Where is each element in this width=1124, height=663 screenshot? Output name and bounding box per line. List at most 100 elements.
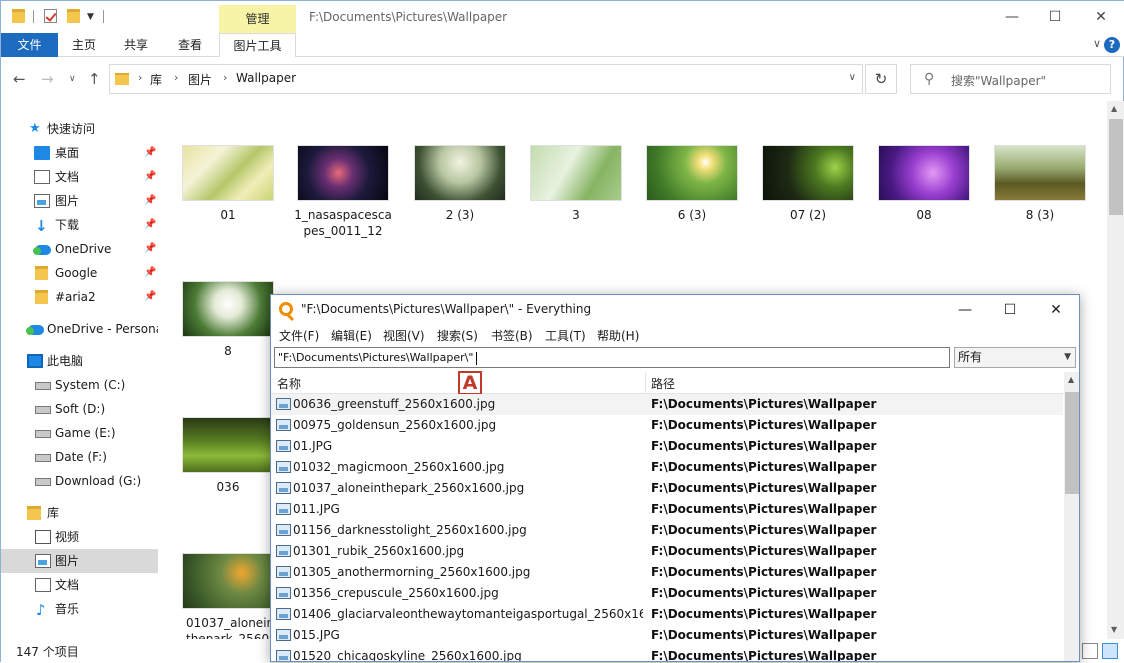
- sidebar-item-music[interactable]: ♪ 音乐: [1, 597, 158, 621]
- thumbnail-item[interactable]: 01: [178, 145, 278, 223]
- sidebar-item-pictures-library[interactable]: 图片: [1, 549, 158, 573]
- column-name[interactable]: 名称: [277, 375, 301, 392]
- sidebar-item-quick-access[interactable]: ★ 快速访问: [1, 117, 158, 141]
- result-row[interactable]: 01032_magicmoon_2560x1600.jpg F:\Document…: [271, 457, 1063, 478]
- ribbon-expand-icon[interactable]: ∨: [1093, 37, 1101, 50]
- tab-view[interactable]: 查看: [167, 33, 213, 57]
- recent-locations-icon[interactable]: ∨: [69, 74, 76, 84]
- sidebar-item-drive-d[interactable]: Soft (D:): [1, 397, 158, 421]
- maximize-button[interactable]: ☐: [996, 300, 1024, 320]
- sidebar-item-videos[interactable]: 视频: [1, 525, 158, 549]
- result-row[interactable]: 01156_darknesstolight_2560x1600.jpg F:\Do…: [271, 520, 1063, 541]
- thumbnail-item[interactable]: 6 (3): [642, 145, 742, 223]
- breadcrumb-library[interactable]: 库: [150, 71, 162, 88]
- thumbnail-item[interactable]: 8 (3): [990, 145, 1090, 223]
- help-icon[interactable]: ?: [1104, 37, 1120, 53]
- sidebar-item-this-pc[interactable]: 此电脑: [1, 349, 158, 373]
- close-button[interactable]: ✕: [1042, 300, 1070, 320]
- sidebar-item-drive-e[interactable]: Game (E:): [1, 421, 158, 445]
- menu-bookmarks[interactable]: 书签(B): [491, 327, 533, 344]
- address-bar[interactable]: › 库 › 图片 › Wallpaper ∨: [109, 64, 863, 94]
- sidebar-item-documents-library[interactable]: 文档: [1, 573, 158, 597]
- refresh-button[interactable]: ↻: [865, 64, 897, 94]
- scroll-up-icon[interactable]: ▲: [1111, 104, 1117, 113]
- details-view-icon[interactable]: [1082, 643, 1098, 659]
- large-icons-view-icon[interactable]: [1102, 643, 1118, 659]
- pin-icon: 📌: [144, 195, 157, 206]
- thumbnail-item[interactable]: 07 (2): [758, 145, 858, 223]
- breadcrumb-wallpaper[interactable]: Wallpaper: [236, 71, 296, 85]
- filter-select[interactable]: 所有 ▼: [954, 347, 1076, 368]
- vertical-scrollbar[interactable]: ▲ ▼: [1107, 101, 1124, 639]
- close-button[interactable]: ✕: [1090, 7, 1112, 27]
- sidebar-item-drive-c[interactable]: System (C:): [1, 373, 158, 397]
- minimize-button[interactable]: —: [951, 300, 979, 320]
- result-row[interactable]: 01.JPG F:\Documents\Pictures\Wallpaper: [271, 436, 1063, 457]
- tab-picture-tools[interactable]: 图片工具: [219, 33, 296, 57]
- breadcrumb-pictures[interactable]: 图片: [188, 71, 212, 88]
- result-row[interactable]: 01356_crepuscule_2560x1600.jpg F:\Documen…: [271, 583, 1063, 604]
- result-row[interactable]: 01305_anothermorning_2560x1600.jpg F:\Doc…: [271, 562, 1063, 583]
- sidebar-item-onedrive-personal[interactable]: OneDrive - Personal: [1, 317, 158, 341]
- menu-file[interactable]: 文件(F): [279, 327, 319, 344]
- forward-button[interactable]: →: [41, 70, 54, 88]
- tab-file[interactable]: 文件: [1, 33, 58, 57]
- minimize-button[interactable]: —: [1001, 7, 1023, 27]
- back-button[interactable]: ←: [13, 70, 26, 88]
- result-row[interactable]: 01037_aloneinthepark_2560x1600.jpg F:\Doc…: [271, 478, 1063, 499]
- scrollbar-thumb[interactable]: [1065, 392, 1079, 494]
- sidebar-item-label: Soft (D:): [55, 402, 106, 416]
- thumbnail-item[interactable]: 1_nasaspacescapes_0011_12: [293, 145, 393, 239]
- sidebar-item-desktop[interactable]: 桌面 📌: [1, 141, 158, 165]
- menu-view[interactable]: 视图(V): [383, 327, 425, 344]
- sidebar-item-drive-f[interactable]: Date (F:): [1, 445, 158, 469]
- manage-tab[interactable]: 管理: [219, 5, 296, 33]
- properties-icon[interactable]: [44, 9, 57, 23]
- thumbnail-item[interactable]: 01037_aloneinthepark_2560x1600: [178, 553, 278, 639]
- thumbnail-item[interactable]: 3: [526, 145, 626, 223]
- result-row[interactable]: 00636_greenstuff_2560x1600.jpg F:\Documen…: [271, 394, 1063, 415]
- sidebar-item-google[interactable]: Google 📌: [1, 261, 158, 285]
- result-row[interactable]: 01301_rubik_2560x1600.jpg F:\Documents\Pi…: [271, 541, 1063, 562]
- new-folder-icon[interactable]: [67, 9, 80, 23]
- sidebar-item-aria2[interactable]: #aria2 📌: [1, 285, 158, 309]
- results-scrollbar[interactable]: ▲: [1064, 372, 1079, 661]
- thumbnail-item[interactable]: 08: [874, 145, 974, 223]
- result-row[interactable]: 015.JPG F:\Documents\Pictures\Wallpaper: [271, 625, 1063, 646]
- result-row[interactable]: 01520_chicagoskyline_2560x1600.jpg F:\Doc…: [271, 646, 1063, 661]
- everything-search-input[interactable]: "F:\Documents\Pictures\Wallpaper\": [274, 347, 950, 368]
- tab-share[interactable]: 共享: [113, 33, 159, 57]
- result-row[interactable]: 011.JPG F:\Documents\Pictures\Wallpaper: [271, 499, 1063, 520]
- scroll-up-icon[interactable]: ▲: [1068, 375, 1074, 384]
- column-path[interactable]: 路径: [651, 375, 675, 392]
- scrollbar-thumb[interactable]: [1109, 119, 1123, 215]
- everything-titlebar: "F:\Documents\Pictures\Wallpaper\" - Eve…: [271, 295, 1079, 325]
- menu-tools[interactable]: 工具(T): [545, 327, 586, 344]
- menu-search[interactable]: 搜索(S): [437, 327, 478, 344]
- result-name: 01032_magicmoon_2560x1600.jpg: [293, 460, 505, 474]
- drive-icon: [35, 406, 51, 414]
- menu-edit[interactable]: 编辑(E): [331, 327, 372, 344]
- library-icon: [27, 506, 41, 520]
- sidebar-item-documents[interactable]: 文档 📌: [1, 165, 158, 189]
- tab-home[interactable]: 主页: [61, 33, 107, 57]
- address-dropdown-icon[interactable]: ∨: [849, 72, 856, 83]
- sidebar-item-drive-g[interactable]: Download (G:): [1, 469, 158, 493]
- column-divider[interactable]: [645, 372, 646, 394]
- search-input[interactable]: ⚲ 搜索"Wallpaper": [910, 64, 1111, 94]
- sidebar-item-onedrive[interactable]: OneDrive 📌: [1, 237, 158, 261]
- sidebar-item-downloads[interactable]: ↓ 下载 📌: [1, 213, 158, 237]
- quick-access-dropdown-icon[interactable]: ▼: [87, 12, 94, 22]
- result-row[interactable]: 01406_glaciarvaleonthewaytomanteigasport…: [271, 604, 1063, 625]
- thumbnail-item[interactable]: 8: [178, 281, 278, 359]
- maximize-button[interactable]: ☐: [1044, 7, 1066, 27]
- sidebar-item-libraries[interactable]: 库: [1, 501, 158, 525]
- result-row[interactable]: 00975_goldensun_2560x1600.jpg F:\Document…: [271, 415, 1063, 436]
- thumbnail-label: 3: [572, 208, 580, 222]
- menu-help[interactable]: 帮助(H): [597, 327, 639, 344]
- thumbnail-item[interactable]: 2 (3): [410, 145, 510, 223]
- sidebar-item-pictures[interactable]: 图片 📌: [1, 189, 158, 213]
- thumbnail-item[interactable]: 036: [178, 417, 278, 495]
- scroll-down-icon[interactable]: ▼: [1111, 625, 1117, 634]
- up-button[interactable]: ↑: [88, 70, 101, 88]
